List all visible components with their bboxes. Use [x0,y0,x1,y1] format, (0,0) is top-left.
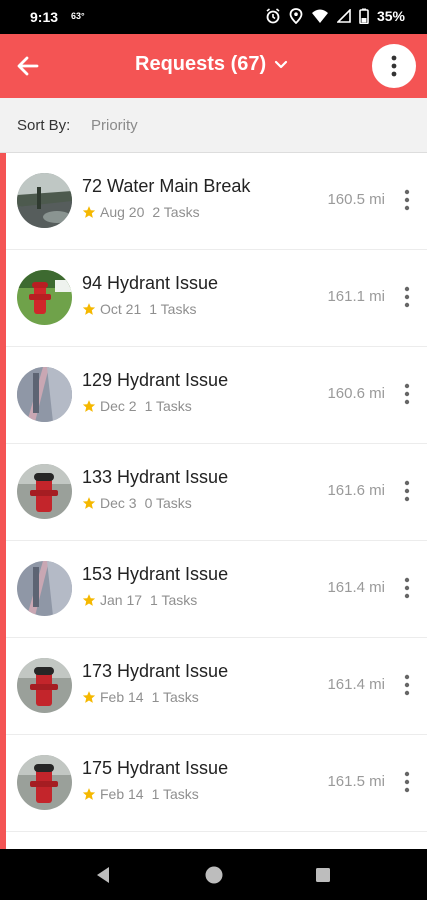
status-icons: 35% [265,8,405,24]
overflow-menu-button[interactable] [372,44,416,88]
request-row[interactable]: 72 Water Main Break Aug 20 2 Tasks 160.5… [6,153,427,250]
page-title: Requests (67) [135,53,267,75]
request-title: 133 Hydrant Issue [82,467,229,487]
request-distance: 161.1 mi [327,288,385,305]
row-more-button[interactable] [397,769,417,795]
more-vertical-icon [404,286,410,308]
sort-value[interactable]: Priority [91,117,138,134]
request-meta: Dec 3 0 Tasks [82,495,192,511]
request-title: 153 Hydrant Issue [82,564,229,584]
request-tasks: 1 Tasks [149,301,197,317]
request-distance: 161.4 mi [327,676,385,693]
row-more-button[interactable] [397,672,417,698]
nav-recents-button[interactable] [311,863,335,887]
request-tasks: 1 Tasks [151,786,199,802]
nav-back-button[interactable] [91,863,115,887]
star-icon [82,788,96,800]
row-more-button[interactable] [397,381,417,407]
request-title: 173 Hydrant Issue [82,661,229,681]
star-icon [82,497,96,509]
request-tasks: 1 Tasks [144,398,192,414]
arrow-back-icon [17,56,39,76]
request-row[interactable]: 94 Hydrant Issue Oct 21 1 Tasks 161.1 mi [6,250,427,347]
row-more-button[interactable] [397,575,417,601]
request-distance: 161.5 mi [327,773,385,790]
request-title: 72 Water Main Break [82,176,251,196]
status-temperature: 63° [71,11,85,21]
request-tasks: 1 Tasks [151,689,199,705]
row-more-button[interactable] [397,478,417,504]
request-distance: 161.6 mi [327,482,385,499]
app-bar: Requests (67) [0,34,427,98]
request-date: Oct 21 [100,301,142,317]
battery-icon [359,8,369,24]
request-meta: Feb 14 1 Tasks [82,689,199,705]
sort-bar[interactable]: Sort By: Priority [0,98,427,153]
request-meta: Feb 14 1 Tasks [82,786,199,802]
status-time: 9:13 [30,9,59,25]
more-vertical-icon [391,55,397,77]
request-date: Feb 14 [100,689,144,705]
star-icon [82,206,96,218]
star-icon [82,594,96,606]
star-icon [82,400,96,412]
star-icon [82,691,96,703]
request-meta: Jan 17 1 Tasks [82,592,197,608]
request-date: Dec 3 [100,495,137,511]
request-row[interactable]: 175 Hydrant Issue Feb 14 1 Tasks 161.5 m… [6,735,427,832]
request-date: Aug 20 [100,204,145,220]
back-button[interactable] [14,52,42,80]
more-vertical-icon [404,189,410,211]
request-tasks: 0 Tasks [144,495,192,511]
request-distance: 160.5 mi [327,191,385,208]
more-vertical-icon [404,577,410,599]
request-row[interactable]: 153 Hydrant Issue Jan 17 1 Tasks 161.4 m… [6,541,427,638]
signal-icon [336,9,351,23]
request-tasks: 1 Tasks [150,592,198,608]
star-icon [82,303,96,315]
request-date: Feb 14 [100,786,144,802]
request-title: 94 Hydrant Issue [82,273,219,293]
more-vertical-icon [404,383,410,405]
battery-percentage: 35% [376,8,405,24]
request-meta: Aug 20 2 Tasks [82,204,200,220]
triangle-back-icon [97,867,109,883]
circle-home-icon [205,866,223,884]
request-title: 129 Hydrant Issue [82,370,229,390]
request-thumbnail [17,658,72,713]
requests-dropdown[interactable]: Requests (67) [135,53,288,76]
request-distance: 160.6 mi [327,385,385,402]
row-more-button[interactable] [397,187,417,213]
request-row[interactable]: 129 Hydrant Issue Dec 2 1 Tasks 160.6 mi [6,347,427,444]
more-vertical-icon [404,480,410,502]
request-meta: Dec 2 1 Tasks [82,398,192,414]
requests-list: 72 Water Main Break Aug 20 2 Tasks 160.5… [0,153,427,849]
nav-home-button[interactable] [202,863,226,887]
sort-label: Sort By: [17,117,71,134]
request-row[interactable]: 133 Hydrant Issue Dec 3 0 Tasks 161.6 mi [6,444,427,541]
request-row[interactable]: 173 Hydrant Issue Feb 14 1 Tasks 161.4 m… [6,638,427,735]
request-thumbnail [17,561,72,616]
request-title: 175 Hydrant Issue [82,758,229,778]
more-vertical-icon [404,674,410,696]
request-thumbnail [17,173,72,228]
chevron-down-icon [275,60,288,68]
more-vertical-icon [404,771,410,793]
request-date: Dec 2 [100,398,137,414]
request-distance: 161.4 mi [327,579,385,596]
request-thumbnail [17,270,72,325]
request-tasks: 2 Tasks [152,204,200,220]
request-thumbnail [17,367,72,422]
request-thumbnail [17,755,72,810]
location-icon [289,8,303,24]
request-thumbnail [17,464,72,519]
request-meta: Oct 21 1 Tasks [82,301,196,317]
row-more-button[interactable] [397,284,417,310]
request-date: Jan 17 [100,592,143,608]
system-nav-bar [0,849,427,900]
square-recents-icon [316,868,330,882]
alarm-icon [266,8,280,24]
status-bar: 9:13 63° 35% [0,0,427,34]
wifi-icon [311,9,328,23]
